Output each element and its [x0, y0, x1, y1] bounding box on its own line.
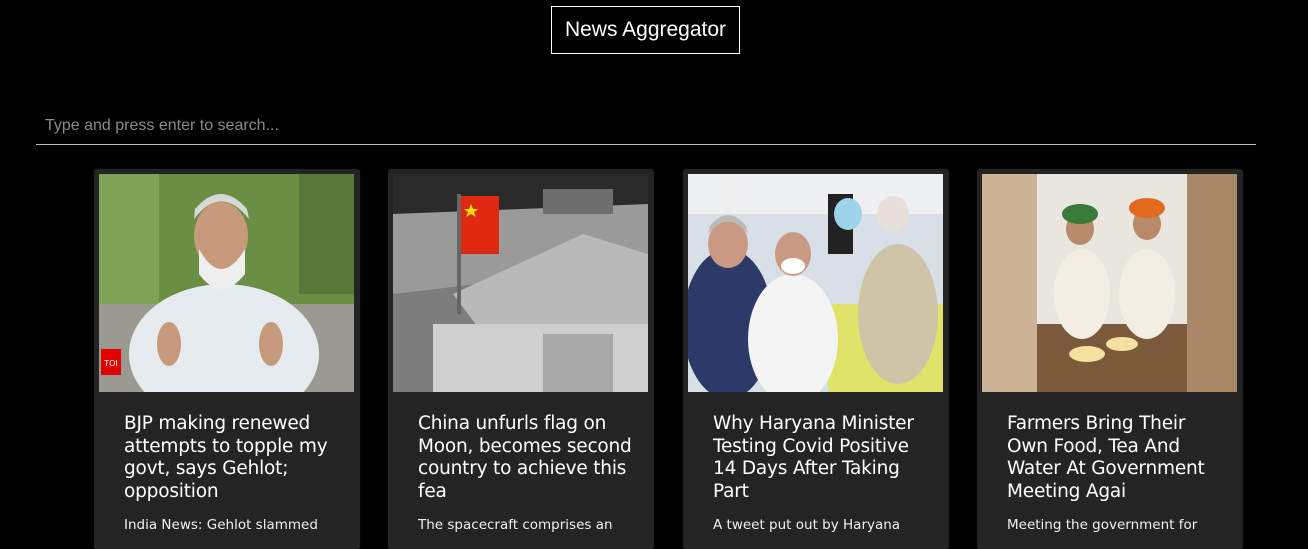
news-card[interactable]: Why Haryana Minister Testing Covid Posit… — [683, 169, 949, 549]
article-description: A tweet put out by Haryana — [713, 517, 901, 533]
article-image[interactable]: TOI — [99, 174, 354, 392]
article-image[interactable] — [982, 174, 1237, 392]
article-headline[interactable]: Farmers Bring Their Own Food, Tea And Wa… — [1007, 413, 1227, 503]
toi-logo: TOI — [103, 359, 118, 368]
china-flag — [461, 196, 499, 254]
article-image[interactable] — [393, 174, 648, 392]
search-input[interactable] — [36, 108, 1256, 144]
article-headline[interactable]: China unfurls flag on Moon, becomes seco… — [418, 413, 638, 503]
news-card[interactable]: China unfurls flag on Moon, becomes seco… — [388, 169, 654, 549]
news-card[interactable]: Farmers Bring Their Own Food, Tea And Wa… — [977, 169, 1243, 549]
article-headline[interactable]: BJP making renewed attempts to topple my… — [124, 413, 344, 503]
article-image[interactable] — [688, 174, 943, 392]
news-card[interactable]: TOI BJP making renewed attempts to toppl… — [94, 169, 360, 549]
page-title: News Aggregator — [551, 6, 740, 54]
article-headline[interactable]: Why Haryana Minister Testing Covid Posit… — [713, 413, 933, 503]
article-description: The spacecraft comprises an — [418, 517, 613, 533]
search-bar — [36, 108, 1256, 145]
article-description: Meeting the government for — [1007, 517, 1198, 533]
article-description: India News: Gehlot slammed — [124, 517, 318, 533]
